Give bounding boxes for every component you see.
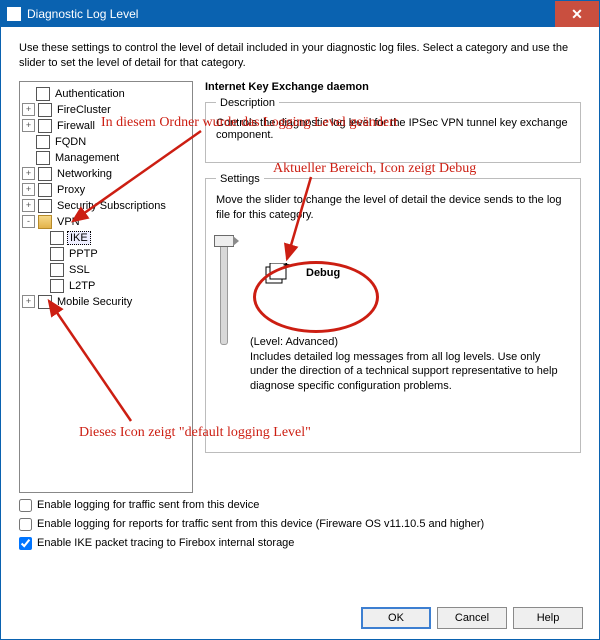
level-caption: (Level: Advanced) [250, 335, 570, 350]
help-button[interactable]: Help [513, 607, 583, 629]
tree-item-label: SSL [67, 264, 92, 276]
tree-item-ssl[interactable]: SSL [22, 262, 190, 278]
check-traffic-logging-box[interactable] [19, 499, 32, 512]
level-info: (Level: Advanced) Includes detailed log … [250, 335, 570, 394]
tree-item-authentication[interactable]: Authentication [22, 86, 190, 102]
tree-item-label: FireCluster [55, 104, 113, 116]
tree-item-ike[interactable]: IKE [22, 230, 190, 246]
collapse-icon[interactable]: - [22, 215, 35, 228]
settings-message: Move the slider to change the level of d… [216, 193, 570, 223]
description-legend: Description [216, 97, 279, 109]
page-icon [36, 87, 50, 101]
cancel-button[interactable]: Cancel [437, 607, 507, 629]
check-reports-logging[interactable]: Enable logging for reports for traffic s… [19, 518, 581, 531]
description-group: Description Controls the diagnostic log … [205, 97, 581, 163]
log-level-slider-thumb[interactable] [214, 235, 234, 247]
check-traffic-logging[interactable]: Enable logging for traffic sent from thi… [19, 499, 581, 512]
check-reports-logging-label: Enable logging for reports for traffic s… [37, 518, 484, 530]
detail-title: Internet Key Exchange daemon [205, 81, 581, 93]
tree-item-management[interactable]: Management [22, 150, 190, 166]
content-area: Use these settings to control the level … [1, 27, 599, 550]
check-ike-tracing-label: Enable IKE packet tracing to Firebox int… [37, 537, 294, 549]
tree-item-label: Authentication [53, 88, 127, 100]
intro-text: Use these settings to control the level … [19, 41, 581, 71]
expand-icon[interactable]: + [22, 119, 35, 132]
tree-item-mobile-security[interactable]: + Mobile Security [22, 294, 190, 310]
tree-spacer [36, 232, 47, 243]
debug-level-icon: + [264, 263, 290, 287]
main-layout: Authentication + FireCluster + Firewall FQDN M… [19, 81, 581, 493]
expand-icon[interactable]: + [22, 103, 35, 116]
tree-item-firewall[interactable]: + Firewall [22, 118, 190, 134]
tree-item-label: Mobile Security [55, 296, 134, 308]
tree-item-label: FQDN [53, 136, 88, 148]
titlebar: Diagnostic Log Level ✕ [1, 1, 599, 27]
page-icon [38, 103, 52, 117]
level-description: Includes detailed log messages from all … [250, 350, 570, 395]
page-icon [38, 295, 52, 309]
folder-icon [38, 215, 52, 229]
tree-item-label: Proxy [55, 184, 87, 196]
tree-spacer [22, 152, 33, 163]
log-level-slider-track[interactable] [220, 239, 228, 345]
tree-item-vpn[interactable]: - VPN [22, 214, 190, 230]
page-icon [50, 247, 64, 261]
tree-item-proxy[interactable]: + Proxy [22, 182, 190, 198]
settings-group: Settings Move the slider to change the l… [205, 173, 581, 453]
tree-item-pptp[interactable]: PPTP [22, 246, 190, 262]
level-name: Debug [306, 267, 340, 279]
tree-item-label: IKE [67, 231, 91, 245]
tree-spacer [36, 264, 47, 275]
window-title: Diagnostic Log Level [27, 7, 555, 21]
page-icon [50, 279, 64, 293]
app-icon [7, 7, 21, 21]
tree-spacer [36, 280, 47, 291]
ok-button[interactable]: OK [361, 607, 431, 629]
check-reports-logging-box[interactable] [19, 518, 32, 531]
check-traffic-logging-label: Enable logging for traffic sent from thi… [37, 499, 259, 511]
close-button[interactable]: ✕ [555, 1, 599, 27]
tree-spacer [22, 136, 33, 147]
check-ike-tracing[interactable]: Enable IKE packet tracing to Firebox int… [19, 537, 581, 550]
svg-text:+: + [283, 263, 290, 272]
tree-item-security-subscriptions[interactable]: + Security Subscriptions [22, 198, 190, 214]
check-ike-tracing-box[interactable] [19, 537, 32, 550]
tree-item-firecluster[interactable]: + FireCluster [22, 102, 190, 118]
tree-item-label: VPN [55, 216, 82, 228]
tree-spacer [36, 248, 47, 259]
tree-item-networking[interactable]: + Networking [22, 166, 190, 182]
detail-pane: Internet Key Exchange daemon Description… [205, 81, 581, 493]
expand-icon[interactable]: + [22, 199, 35, 212]
tree-item-l2tp[interactable]: L2TP [22, 278, 190, 294]
page-icon [38, 183, 52, 197]
tree-item-fqdn[interactable]: FQDN [22, 134, 190, 150]
tree-item-label: Management [53, 152, 121, 164]
page-icon [50, 231, 64, 245]
page-icon [38, 119, 52, 133]
page-icon [38, 199, 52, 213]
tree-item-label: Firewall [55, 120, 97, 132]
page-icon [38, 167, 52, 181]
category-tree[interactable]: Authentication + FireCluster + Firewall FQDN M… [19, 81, 193, 493]
tree-item-label: Security Subscriptions [55, 200, 168, 212]
dialog-buttons: OK Cancel Help [361, 607, 583, 629]
description-text: Controls the diagnostic log level for th… [216, 117, 570, 141]
page-icon [50, 263, 64, 277]
tree-item-label: Networking [55, 168, 114, 180]
tree-spacer [22, 88, 33, 99]
page-icon [36, 151, 50, 165]
dialog-window: Diagnostic Log Level ✕ Use these setting… [0, 0, 600, 640]
page-icon [36, 135, 50, 149]
settings-legend: Settings [216, 173, 264, 185]
tree-item-label: L2TP [67, 280, 97, 292]
tree-item-label: PPTP [67, 248, 100, 260]
expand-icon[interactable]: + [22, 183, 35, 196]
expand-icon[interactable]: + [22, 295, 35, 308]
expand-icon[interactable]: + [22, 167, 35, 180]
